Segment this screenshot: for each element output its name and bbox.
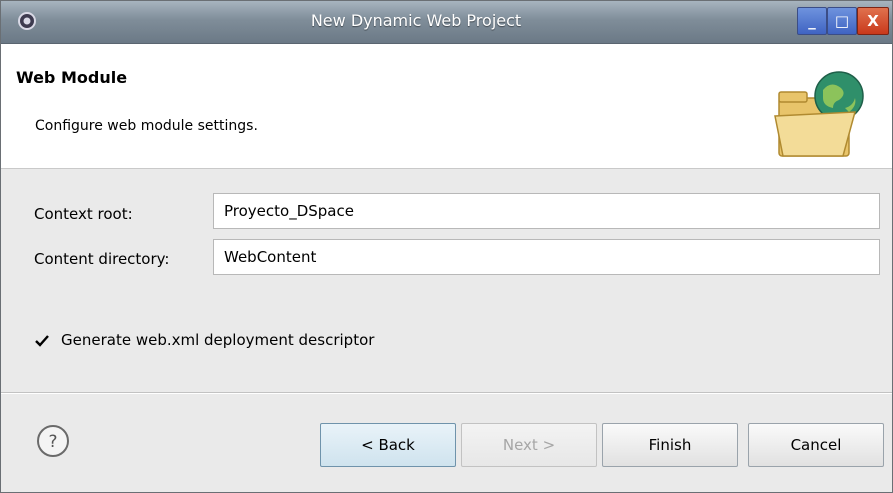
page-description: Configure web module settings. <box>35 118 258 134</box>
generate-descriptor-label[interactable]: Generate web.xml deployment descriptor <box>61 331 374 349</box>
page-title: Web Module <box>16 68 128 87</box>
button-bar: ? < Back Next > Finish Cancel <box>1 394 892 492</box>
folder-globe-icon <box>774 71 864 157</box>
minimize-icon: _ <box>808 12 816 30</box>
dialog-window: New Dynamic Web Project _ □ X Web Module… <box>0 0 893 493</box>
help-icon[interactable]: ? <box>36 424 70 458</box>
form-area: Context root: Content directory: Generat… <box>1 169 892 393</box>
maximize-icon: □ <box>834 12 850 30</box>
finish-button[interactable]: Finish <box>602 423 738 467</box>
close-button[interactable]: X <box>857 7 889 35</box>
window-title: New Dynamic Web Project <box>310 11 522 30</box>
content-directory-label: Content directory: <box>34 250 170 268</box>
wizard-header: Web Module Configure web module settings… <box>1 44 892 169</box>
context-root-label: Context root: <box>34 205 133 223</box>
generate-descriptor-checkbox[interactable] <box>34 333 50 349</box>
context-root-input[interactable] <box>213 193 880 229</box>
minimize-button[interactable]: _ <box>797 7 827 35</box>
back-button[interactable]: < Back <box>320 423 456 467</box>
cancel-button[interactable]: Cancel <box>748 423 884 467</box>
svg-text:?: ? <box>48 432 57 452</box>
next-button[interactable]: Next > <box>461 423 597 467</box>
close-icon: X <box>867 12 879 30</box>
title-bar[interactable]: New Dynamic Web Project _ □ X <box>1 1 892 44</box>
maximize-button[interactable]: □ <box>827 7 857 35</box>
content-directory-input[interactable] <box>213 239 880 275</box>
